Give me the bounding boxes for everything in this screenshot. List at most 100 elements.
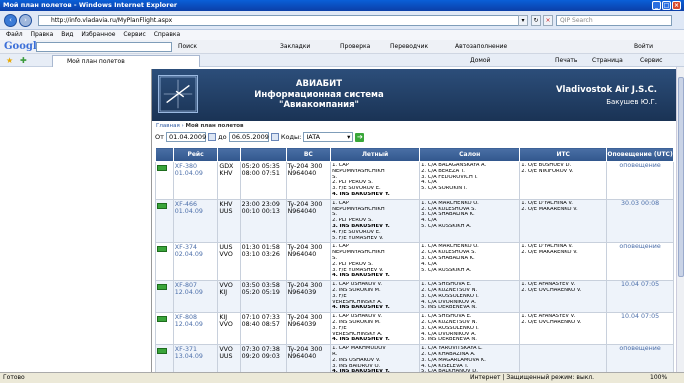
airport-cell: VVO UUS — [217, 344, 241, 372]
time-actual: 03:26 — [261, 251, 280, 259]
maximize-icon[interactable]: □ — [662, 1, 671, 10]
notification-value[interactable]: 30.03 00:08 — [608, 200, 672, 207]
page-viewport: АВИАБИТ Информационная система "Авиакомп… — [0, 67, 676, 372]
flight-number[interactable]: XF-371 — [175, 346, 217, 353]
breadcrumb-home[interactable]: Главная — [156, 123, 180, 129]
favorites-star-icon[interactable]: ★ — [6, 56, 13, 65]
table-row[interactable]: XF-808 12.04.09 KIJ VVO 07:10 07:33 08:40 08:… — [155, 312, 674, 346]
cabin-member: 5. C/A RUSSKIKH A. — [421, 267, 472, 273]
vertical-scrollbar[interactable] — [676, 67, 684, 372]
flag-icon[interactable] — [157, 165, 167, 171]
add-favorites-icon[interactable]: ✚ — [20, 56, 27, 65]
flag-icon[interactable] — [157, 284, 167, 291]
col-its[interactable]: ИТС — [519, 147, 608, 162]
address-input[interactable]: http://info.vladavia.ru/MyPlanFlight.asp… — [38, 15, 520, 26]
col-notification[interactable]: Оповещение (UTC) — [606, 147, 674, 162]
col-flight-crew[interactable]: Летный — [330, 147, 421, 162]
print-button[interactable]: Печать — [555, 57, 577, 64]
calendar-from-icon[interactable] — [208, 133, 217, 141]
address-dropdown-icon[interactable]: ▾ — [518, 15, 528, 26]
table-row[interactable]: XF-371 13.04.09 VVO UUS 07:30 07:38 09:20 09:… — [155, 344, 674, 372]
minimize-icon[interactable]: _ — [652, 1, 661, 10]
flight-cell[interactable]: XF-380 01.04.09 — [172, 161, 219, 200]
flight-cell[interactable]: XF-466 01.04.09 — [172, 198, 219, 244]
google-translate[interactable]: Переводчик — [390, 43, 428, 50]
cabin-member: 5. C/A SOROKIN I. — [421, 186, 467, 192]
date-from-input[interactable]: 01.04.2009 — [165, 132, 206, 142]
close-icon[interactable]: × — [672, 1, 681, 10]
flight-cell[interactable]: XF-371 13.04.09 — [172, 344, 219, 372]
notification-cell[interactable]: оповещение — [606, 344, 674, 372]
table-row[interactable]: XF-807 12.04.09 VVO KIJ 03:50 03:58 05:20 05:… — [155, 280, 674, 314]
flight-number[interactable]: XF-374 — [175, 244, 217, 251]
notification-cell[interactable]: 30.03 00:08 — [606, 198, 674, 244]
notification-cell[interactable]: 10.04 07:05 — [606, 312, 674, 346]
google-search-input[interactable] — [36, 42, 172, 52]
menu-file[interactable]: Файл — [6, 31, 23, 38]
flag-icon[interactable] — [157, 246, 167, 253]
tools-button[interactable]: Сервис — [640, 57, 662, 64]
flight-number[interactable]: XF-380 — [175, 163, 217, 170]
scrollbar-thumb[interactable] — [678, 77, 684, 277]
table-row[interactable]: XF-466 01.04.09 KHV UUS 23:00 23:09 00:10 00:… — [155, 198, 674, 244]
codes-select[interactable]: IATA ▾ — [303, 132, 354, 142]
back-icon[interactable]: ‹ — [4, 14, 17, 27]
table-row[interactable]: XF-380 01.04.09 GDX KHV 05:20 05:35 08:00 07:… — [155, 161, 674, 200]
google-autofill[interactable]: Автозаполнение — [455, 43, 507, 50]
stop-icon[interactable]: × — [543, 15, 553, 26]
flag-icon[interactable] — [157, 348, 167, 355]
google-search-button[interactable]: Поиск — [178, 43, 197, 50]
times-cell: 05:20 05:35 08:00 07:51 — [239, 161, 287, 200]
flight-cell[interactable]: XF-374 02.04.09 — [172, 242, 219, 282]
notification-value[interactable]: оповещение — [608, 346, 672, 352]
flight-number[interactable]: XF-808 — [175, 314, 217, 321]
calendar-to-icon[interactable] — [270, 133, 279, 141]
time-actual: 07:51 — [261, 170, 280, 177]
its-cell: 1. O/E AFANASYEV V. 2. O/E OVCHARENKO V. — [519, 312, 608, 346]
google-check[interactable]: Проверка — [340, 43, 370, 50]
tab-my-plan[interactable]: Мой план полетов — [52, 55, 200, 67]
crew-member: 4. INS BAKUSHEV Y. — [332, 337, 390, 343]
notification-value[interactable]: 10.04 07:05 — [608, 314, 672, 320]
flight-number[interactable]: XF-466 — [175, 201, 217, 208]
google-bookmarks[interactable]: Закладки — [280, 43, 310, 50]
notification-value[interactable]: оповещение — [608, 244, 672, 250]
aircraft-info: Ty-204 300 — [287, 244, 323, 252]
to-label: до — [218, 133, 227, 141]
menu-view[interactable]: Вид — [61, 31, 73, 38]
page-button[interactable]: Страница — [592, 57, 623, 64]
menu-favorites[interactable]: Избранное — [81, 31, 115, 38]
forward-icon[interactable]: › — [19, 14, 32, 27]
aircraft-info: Ty-204 300 — [287, 346, 323, 354]
apply-arrow-icon[interactable]: ➔ — [355, 132, 365, 142]
table-row[interactable]: XF-374 02.04.09 UUS VVO 01:30 01:58 03:10 03:… — [155, 242, 674, 282]
google-signin[interactable]: Войти — [634, 43, 653, 50]
airport-code: KIJ — [219, 314, 228, 322]
notification-cell[interactable]: 10.04 07:05 — [606, 280, 674, 314]
flight-cell[interactable]: XF-808 12.04.09 — [172, 312, 219, 346]
menu-help[interactable]: Справка — [154, 31, 180, 38]
col-flight[interactable]: Рейс — [172, 147, 219, 162]
time-actual: 03:58 — [261, 282, 280, 290]
notification-cell[interactable]: оповещение — [606, 242, 674, 282]
flight-crew-cell: 1. CAP MAKHMUDOV R. 2. INS USHAKOV V. 3. IN… — [330, 344, 421, 372]
flight-number[interactable]: XF-807 — [175, 282, 217, 289]
airport-code: VVO — [219, 346, 233, 354]
menu-tools[interactable]: Сервис — [123, 31, 145, 38]
airport-code: KHV — [219, 200, 233, 208]
notification-cell[interactable]: оповещение — [606, 161, 674, 200]
flag-icon[interactable] — [157, 202, 167, 209]
notification-value[interactable]: оповещение — [608, 162, 672, 169]
flag-icon[interactable] — [157, 316, 167, 323]
date-to-input[interactable]: 06.05.2009 — [228, 132, 269, 142]
refresh-icon[interactable]: ↻ — [531, 15, 541, 26]
aircraft-info: N964039 — [287, 321, 317, 329]
search-input[interactable]: QIP Search — [556, 15, 672, 26]
home-button[interactable]: Домой — [470, 57, 490, 64]
col-cabin-crew[interactable]: Салон — [419, 147, 521, 162]
flight-cell[interactable]: XF-807 12.04.09 — [172, 280, 219, 314]
notification-value[interactable]: 10.04 07:05 — [608, 282, 672, 288]
col-aircraft[interactable]: ВС — [285, 147, 332, 162]
status-zoom[interactable]: 100% — [650, 373, 667, 383]
menu-edit[interactable]: Правка — [31, 31, 54, 38]
